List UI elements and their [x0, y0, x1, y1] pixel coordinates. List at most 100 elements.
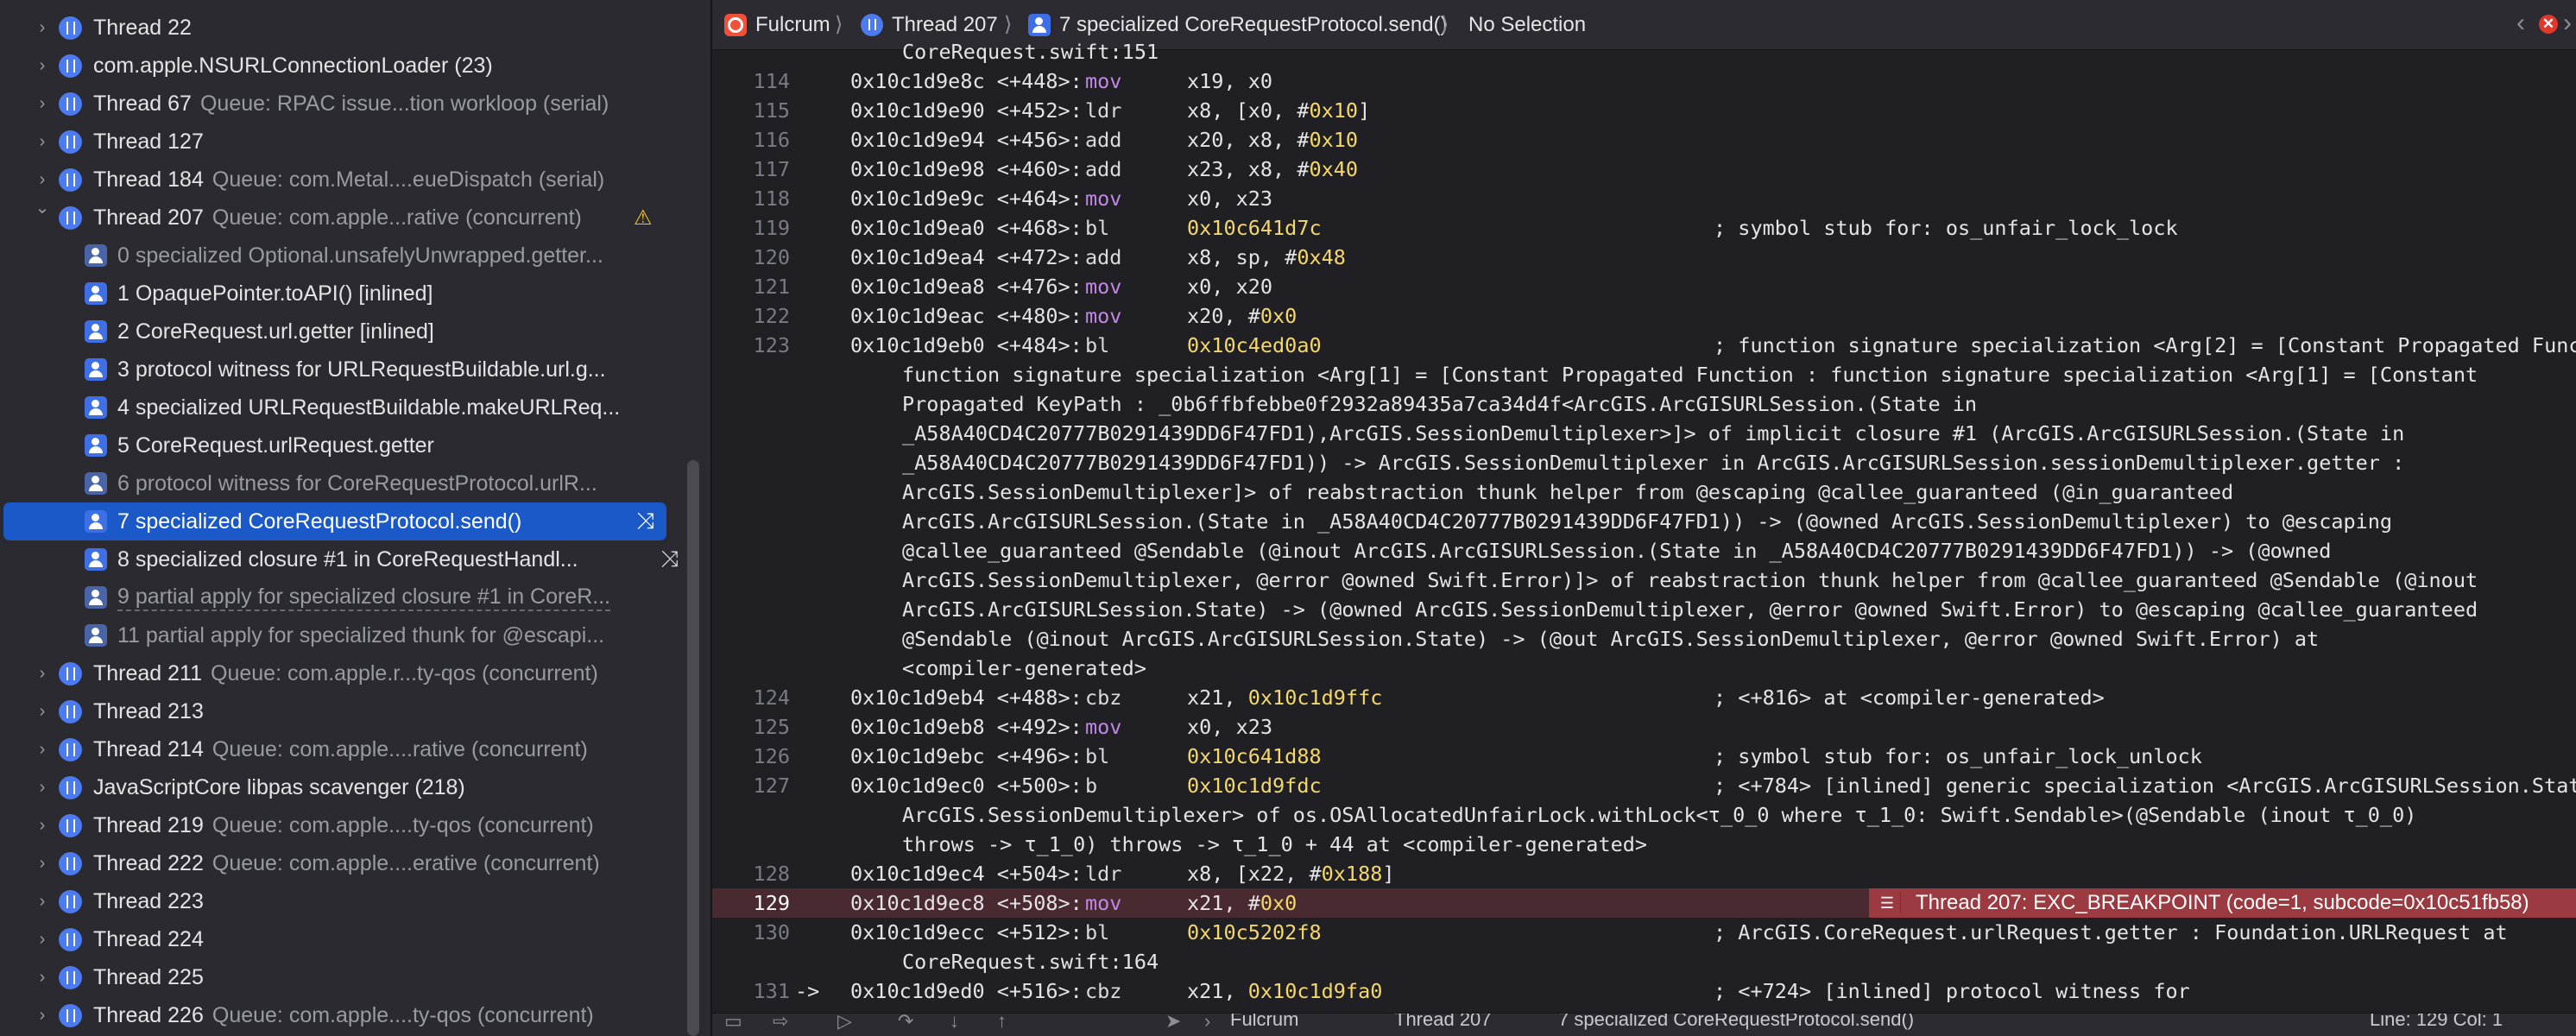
thread-row[interactable]: › Thread 222 Queue: com.apple....erative (… — [0, 844, 691, 882]
stack-frame-row[interactable]: 7 specialized CoreRequestProtocol.send()… — [3, 502, 666, 540]
disclosure-closed-icon[interactable]: › — [31, 132, 54, 152]
disassembly-view[interactable]: CoreRequest.swift:151 114 0x10c1d9e8c <+44… — [712, 40, 2576, 1013]
continuation-line: ArcGIS.SessionDemultiplexer> of os.OSAll… — [712, 800, 2576, 830]
step-in-icon[interactable]: ↓ — [950, 1014, 959, 1033]
stack-frame-row[interactable]: 8 specialized closure #1 in CoreRequestH… — [0, 540, 691, 578]
stack-frame-row[interactable]: 1 OpaquePointer.toAPI() [inlined] — [0, 275, 691, 313]
stack-frame-row[interactable]: 3 protocol witness for URLRequestBuildab… — [0, 351, 691, 388]
debug-bar-project[interactable]: Fulcrum — [1230, 1014, 1298, 1031]
thread-row[interactable]: › com.apple.NSURLConnectionLoader (23) — [0, 47, 691, 85]
thread-name: Thread 214 — [93, 736, 204, 761]
thread-row[interactable]: › Thread 127 — [0, 123, 691, 161]
disclosure-closed-icon[interactable]: › — [31, 1006, 54, 1026]
stack-frame-row[interactable]: 2 CoreRequest.url.getter [inlined] — [0, 313, 691, 351]
instruction-line[interactable]: 125 0x10c1d9eb8 <+492>: mov x0, x23 — [712, 712, 2576, 742]
disclosure-closed-icon[interactable]: › — [31, 740, 54, 760]
error-icon[interactable]: ✕ — [2539, 15, 2558, 34]
operand-text: x23, x8, # — [1187, 157, 1310, 181]
disclosure-closed-icon[interactable]: › — [31, 94, 54, 114]
instruction-line[interactable]: 126 0x10c1d9ebc <+496>: bl 0x10c641d88 ; sym… — [712, 742, 2576, 771]
operands: 0x10c641d7c — [1187, 213, 1322, 243]
instruction-line[interactable]: 117 0x10c1d9e98 <+460>: add x23, x8, #0x40 — [712, 155, 2576, 184]
stack-frame-row[interactable]: 5 CoreRequest.urlRequest.getter — [0, 426, 691, 464]
debug-bar-thread[interactable]: Thread 207 — [1394, 1014, 1492, 1031]
instruction-line[interactable]: 131 -> 0x10c1d9ed0 <+516>: cbz x21, 0x10c1d9… — [712, 976, 2576, 1006]
instruction-line[interactable]: 127 0x10c1d9ec0 <+500>: b 0x10c1d9fdc ; <+78… — [712, 771, 2576, 800]
disclosure-closed-icon[interactable]: › — [31, 664, 54, 684]
disclosure-closed-icon[interactable]: › — [31, 170, 54, 190]
thread-row[interactable]: › Thread 224 — [0, 920, 691, 958]
step-out-icon[interactable]: ↑ — [997, 1014, 1007, 1033]
disclosure-closed-icon[interactable]: › — [31, 968, 54, 988]
navigator-scrollbar[interactable] — [687, 460, 699, 1036]
instruction-line[interactable]: 118 0x10c1d9e9c <+464>: mov x0, x23 — [712, 184, 2576, 213]
thread-queue: Queue: RPAC issue...tion workloop (seria… — [199, 91, 609, 116]
thread-row[interactable]: › Thread 22 — [0, 9, 691, 47]
continue-icon[interactable]: ▷ — [837, 1014, 852, 1033]
instruction-line[interactable]: 119 0x10c1d9ea0 <+468>: bl 0x10c641d7c ; sym… — [712, 213, 2576, 243]
instruction-line[interactable]: 123 0x10c1d9eb0 <+484>: bl 0x10c4ed0a0 ; fun… — [712, 331, 2576, 360]
thread-row[interactable]: › Thread 213 — [0, 692, 691, 730]
line-number: 121 — [753, 275, 790, 299]
disclosure-closed-icon[interactable]: › — [31, 56, 54, 76]
thread-icon — [59, 889, 82, 913]
breakpoints-icon[interactable]: ⇨ — [773, 1014, 788, 1033]
chevron-left-icon[interactable]: ‹ — [2516, 9, 2525, 38]
instruction-line[interactable]: 122 0x10c1d9eac <+480>: mov x20, #0x0 — [712, 301, 2576, 331]
stack-frame-row[interactable]: 0 specialized Optional.unsafelyUnwrapped… — [0, 237, 691, 275]
step-over-icon[interactable]: ↷ — [898, 1014, 913, 1033]
instruction-line[interactable]: 116 0x10c1d9e94 <+456>: add x20, x8, #0x10 — [712, 125, 2576, 155]
operand-text: ] — [1382, 862, 1395, 886]
disclosure-closed-icon[interactable]: › — [31, 778, 54, 798]
jumpbar-project[interactable]: Fulcrum — [724, 13, 830, 37]
disclosure-closed-icon[interactable]: › — [31, 854, 54, 874]
thread-name: Thread 67 — [93, 91, 192, 116]
row-label: Thread 219 Queue: com.apple....ty-qos (co… — [93, 813, 594, 838]
continuation-line: CoreRequest.swift:151 — [712, 37, 2576, 66]
instruction-address: 0x10c1d9e98 <+460>: — [850, 157, 1083, 181]
stack-frame-row[interactable]: 9 partial apply for specialized closure … — [0, 578, 691, 616]
operation: add — [1085, 243, 1121, 272]
exception-banner[interactable]: ☰ Thread 207: EXC_BREAKPOINT (code=1, sub… — [1869, 888, 2576, 918]
thread-row[interactable]: › Thread 214 Queue: com.apple....rative (c… — [0, 730, 691, 768]
line-number: 124 — [753, 685, 790, 710]
simulate-location-icon[interactable]: ➤ — [1165, 1014, 1181, 1033]
stack-frame-row[interactable]: 11 partial apply for specialized thunk f… — [0, 616, 691, 654]
instruction-line[interactable]: 115 0x10c1d9e90 <+452>: ldr x8, [x0, #0x10] — [712, 96, 2576, 125]
instruction-line[interactable]: 130 0x10c1d9ecc <+512>: bl 0x10c5202f8 ; Arc… — [712, 918, 2576, 947]
instruction-line[interactable]: 114 0x10c1d9e8c <+448>: mov x19, x0 — [712, 66, 2576, 96]
thread-row[interactable]: › JavaScriptCore libpas scavenger (218) — [0, 768, 691, 806]
jumpbar-frame[interactable]: 7 specialized CoreRequestProtocol.send() — [1028, 13, 1448, 37]
breakpoint-line[interactable]: 129 0x10c1d9ec8 <+508>: mov x21, #0x0 ☰ Threa… — [712, 888, 2576, 918]
chevron-right-icon[interactable]: › — [2563, 9, 2572, 38]
disclosure-closed-icon[interactable]: › — [31, 816, 54, 836]
disclosure-closed-icon[interactable]: › — [31, 702, 54, 722]
frame-icon — [85, 548, 107, 571]
instruction-line[interactable]: 120 0x10c1d9ea4 <+472>: add x8, sp, #0x48 — [712, 243, 2576, 272]
thread-row[interactable]: › Thread 67 Queue: RPAC issue...tion workl… — [0, 85, 691, 123]
disclosure-closed-icon[interactable]: › — [31, 892, 54, 912]
instruction-line[interactable]: 128 0x10c1d9ec4 <+504>: ldr x8, [x22, #0x18… — [712, 859, 2576, 888]
disclosure-closed-icon[interactable]: › — [31, 18, 54, 38]
thread-row[interactable]: › Thread 219 Queue: com.apple....ty-qos (c… — [0, 806, 691, 844]
thread-row[interactable]: › Thread 225 — [0, 958, 691, 996]
instruction-line[interactable]: 124 0x10c1d9eb4 <+488>: cbz x21, 0x10c1d9ff… — [712, 683, 2576, 712]
thread-name: Thread 211 — [93, 660, 203, 685]
thread-row[interactable]: › Thread 226 Queue: com.apple....ty-qos (c… — [0, 996, 691, 1034]
thread-row[interactable]: › Thread 211 Queue: com.apple.r...ty-qos (… — [0, 654, 691, 692]
jumpbar-thread[interactable]: Thread 207 — [861, 13, 998, 37]
row-label: 11 partial apply for specialized thunk f… — [117, 623, 604, 648]
thread-row[interactable]: ⌄ Thread 207 Queue: com.apple...rative (co… — [0, 199, 691, 237]
instruction-address: 0x10c1d9ed0 <+516>: — [850, 979, 1083, 1003]
stack-frame-row[interactable]: 4 specialized URLRequestBuildable.makeUR… — [0, 388, 691, 426]
disclosure-open-icon[interactable]: ⌄ — [31, 197, 54, 218]
thread-row[interactable]: › Thread 223 — [0, 882, 691, 920]
debug-toggle-icon[interactable]: ▭ — [724, 1014, 742, 1033]
async-frame-icon: ⤨ — [636, 508, 654, 534]
disclosure-closed-icon[interactable]: › — [31, 930, 54, 950]
debug-bar-frame[interactable]: 7 specialized CoreRequestProtocol.send() — [1558, 1014, 1914, 1031]
stack-frame-row[interactable]: 6 protocol witness for CoreRequestProtoc… — [0, 464, 691, 502]
instruction-line[interactable]: 121 0x10c1d9ea8 <+476>: mov x0, x20 — [712, 272, 2576, 301]
jumpbar-selection[interactable]: No Selection — [1468, 13, 1586, 37]
thread-row[interactable]: › Thread 184 Queue: com.Metal....eueDispat… — [0, 161, 691, 199]
